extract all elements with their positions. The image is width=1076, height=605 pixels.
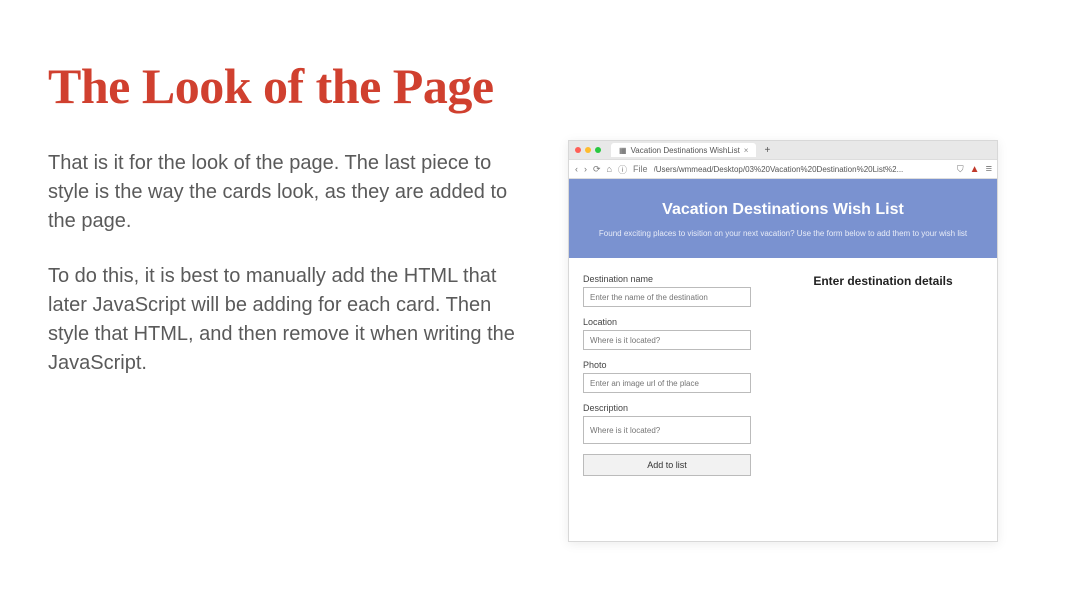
- tab-strip: ▦ Vacation Destinations WishList × +: [569, 141, 997, 159]
- paragraph-1: That is it for the look of the page. The…: [48, 149, 528, 236]
- field-destination: Destination name: [583, 274, 763, 307]
- field-description: Description: [583, 403, 763, 444]
- url-field[interactable]: /Users/wmmead/Desktop/03%20Vacation%20De…: [654, 165, 951, 174]
- browser-tab[interactable]: ▦ Vacation Destinations WishList ×: [611, 143, 756, 157]
- nav-back-icon[interactable]: ‹: [575, 164, 578, 174]
- field-photo: Photo: [583, 360, 763, 393]
- content-column: The Look of the Page That is it for the …: [48, 60, 528, 542]
- tab-favicon: ▦: [619, 146, 627, 155]
- address-bar: ‹ › ⟳ ⌂ ⓘ File /Users/wmmead/Desktop/03%…: [569, 159, 997, 179]
- field-location: Location: [583, 317, 763, 350]
- destination-input[interactable]: [583, 287, 751, 307]
- maximize-window-icon[interactable]: [595, 147, 601, 153]
- form-column: Destination name Location Photo: [583, 274, 763, 476]
- photo-label: Photo: [583, 360, 763, 370]
- window-controls[interactable]: [575, 147, 601, 153]
- location-input[interactable]: [583, 330, 751, 350]
- close-window-icon[interactable]: [575, 147, 581, 153]
- hero-banner: Vacation Destinations Wish List Found ex…: [569, 179, 997, 258]
- minimize-window-icon[interactable]: [585, 147, 591, 153]
- shield-icon[interactable]: ⛉: [957, 164, 964, 175]
- tab-title: Vacation Destinations WishList: [631, 146, 740, 155]
- nav-forward-icon[interactable]: ›: [584, 164, 587, 174]
- add-to-list-button[interactable]: Add to list: [583, 454, 751, 476]
- url-scheme: File: [633, 164, 648, 174]
- details-column: Enter destination details: [783, 274, 983, 476]
- description-input[interactable]: [583, 416, 751, 444]
- page-content: Vacation Destinations Wish List Found ex…: [569, 179, 997, 541]
- location-label: Location: [583, 317, 763, 327]
- warning-icon[interactable]: ▲: [970, 164, 980, 175]
- details-heading: Enter destination details: [783, 274, 983, 288]
- screenshot-column: ▦ Vacation Destinations WishList × + ‹ ›…: [568, 60, 998, 542]
- browser-window: ▦ Vacation Destinations WishList × + ‹ ›…: [568, 140, 998, 542]
- hamburger-menu-icon[interactable]: ≡: [986, 163, 991, 175]
- slide-headline: The Look of the Page: [48, 60, 528, 113]
- destination-label: Destination name: [583, 274, 763, 284]
- description-label: Description: [583, 403, 763, 413]
- tab-close-icon[interactable]: ×: [744, 146, 749, 155]
- new-tab-button[interactable]: +: [764, 145, 770, 156]
- reload-icon[interactable]: ⟳: [593, 164, 601, 175]
- hero-subtitle: Found exciting places to visition on you…: [585, 229, 981, 238]
- home-icon[interactable]: ⌂: [607, 164, 612, 174]
- hero-title: Vacation Destinations Wish List: [585, 201, 981, 219]
- paragraph-2: To do this, it is best to manually add t…: [48, 262, 528, 378]
- site-info-icon[interactable]: ⓘ: [618, 163, 627, 176]
- photo-input[interactable]: [583, 373, 751, 393]
- slide: The Look of the Page That is it for the …: [0, 0, 1076, 582]
- page-body: Destination name Location Photo: [569, 258, 997, 492]
